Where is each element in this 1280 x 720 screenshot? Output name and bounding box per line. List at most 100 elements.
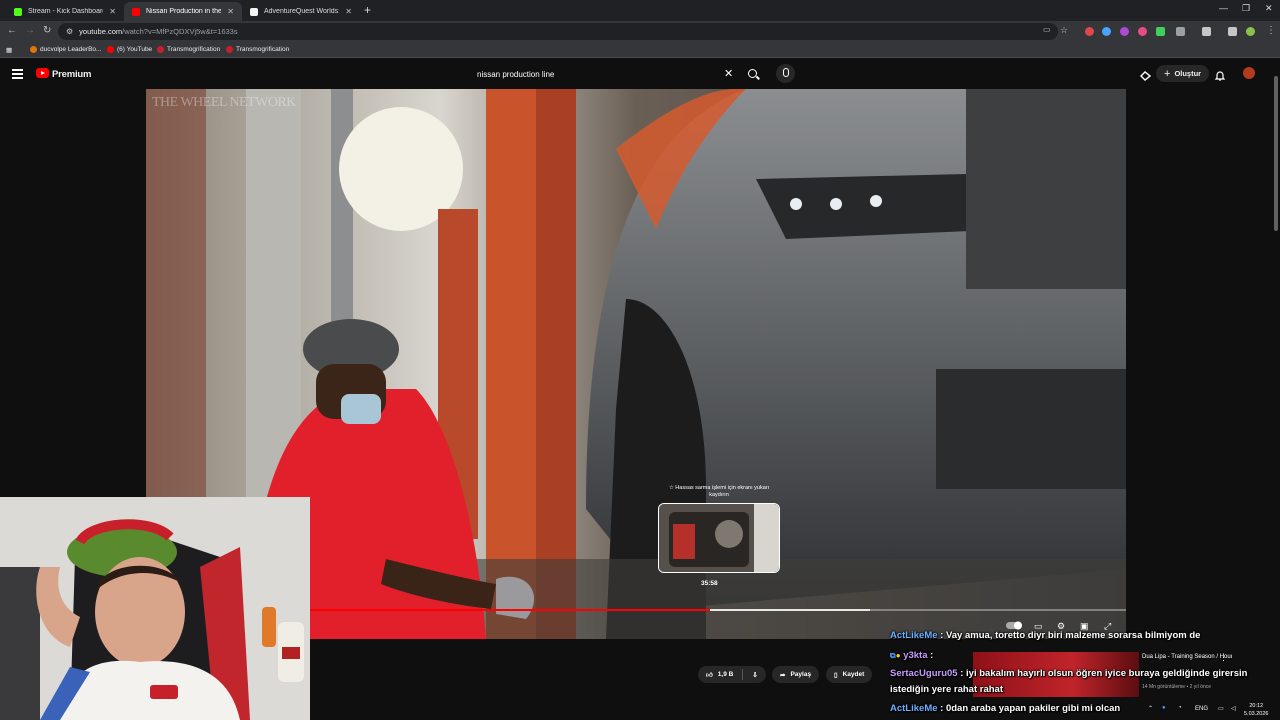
profile-avatar[interactable] xyxy=(1246,27,1255,36)
youtube-logo-icon[interactable] xyxy=(36,68,49,78)
page-scrollbar[interactable] xyxy=(1272,66,1280,720)
create-label: Oluştur xyxy=(1174,69,1202,78)
right-panel xyxy=(1126,89,1272,629)
progress-hover xyxy=(710,609,870,611)
downloads-icon[interactable] xyxy=(1228,27,1237,36)
bookmark-favicon-icon xyxy=(30,46,37,53)
save-button[interactable]: ▯ Kaydet xyxy=(826,666,873,683)
screen: Stream - Kick Dashboard ✕ Nissan Product… xyxy=(0,0,1280,720)
progress-bar[interactable] xyxy=(310,609,1126,611)
bookmark-save-icon: ▯ xyxy=(834,671,838,679)
side-panel-icon[interactable] xyxy=(1202,27,1211,36)
taskbar-clock[interactable]: 20:12 5.03.2026 xyxy=(1244,702,1268,718)
chat-username: ActLikeMe xyxy=(890,630,938,641)
new-tab-icon[interactable]: + xyxy=(364,3,371,17)
back-icon[interactable]: ← xyxy=(7,25,17,36)
youtube-brand[interactable]: Premium xyxy=(52,69,91,80)
webcam-image xyxy=(0,497,310,720)
badge-icon: ● xyxy=(895,651,901,660)
site-info-icon[interactable]: ⚙ xyxy=(66,27,73,36)
bookmark-item[interactable]: Transmogrification xyxy=(226,46,289,53)
like-button[interactable]: 👍︎ 1,9 B ⇩ xyxy=(698,666,766,683)
kick-favicon-icon xyxy=(14,7,22,16)
chat-message: ActLikeMe : Vay amua, toretto diyr biri … xyxy=(890,630,1200,641)
tray-volume-icon[interactable]: ◁ xyxy=(1231,705,1236,712)
share-button[interactable]: ➦ Paylaş xyxy=(772,666,820,683)
extensions-puzzle-icon[interactable] xyxy=(1176,27,1185,36)
extension-icon[interactable] xyxy=(1085,27,1094,36)
close-window-icon[interactable]: ✕ xyxy=(1265,3,1273,14)
browser-tabstrip: Stream - Kick Dashboard ✕ Nissan Product… xyxy=(0,0,1280,21)
scrub-preview-thumbnail xyxy=(658,503,780,573)
reload-icon[interactable]: ↻ xyxy=(43,25,51,36)
bookmark-favicon-icon xyxy=(107,46,114,53)
scrollbar-thumb[interactable] xyxy=(1274,76,1278,231)
keyboard-language[interactable]: ENG xyxy=(1195,706,1208,712)
browser-tab-youtube[interactable]: Nissan Production in the United ✕ xyxy=(124,2,242,21)
apps-grid-icon[interactable]: ▦ xyxy=(6,46,12,54)
like-count: 1,9 B xyxy=(717,671,734,678)
voice-search-mic-icon[interactable] xyxy=(776,64,795,83)
scrub-hint: ☆ Hassas sarma işlemi için ekranı yukarı… xyxy=(668,485,770,498)
chat-username: y3kta xyxy=(903,650,928,661)
bookmark-item[interactable]: ducvolpe LeaderBo... xyxy=(30,46,101,53)
extension-icon[interactable] xyxy=(1120,27,1129,36)
url-host: youtube.com xyxy=(79,27,123,36)
forward-icon[interactable]: → xyxy=(25,25,35,36)
clock-date: 5.03.2026 xyxy=(1244,711,1269,717)
bookmark-item[interactable]: Transmogrification xyxy=(157,46,220,53)
cast-to-tv-icon[interactable] xyxy=(1140,68,1152,81)
cast-icon[interactable]: ▭ xyxy=(1043,25,1051,34)
tray-monitor-icon[interactable]: ▭ xyxy=(1218,705,1224,712)
chat-text: : Vay amua, toretto diyr biri malzeme so… xyxy=(937,630,1201,641)
system-tray: ⌃ ● ◔ ENG ▭ ◁ 20:12 5.03.2026 xyxy=(1146,700,1280,720)
plus-icon: + xyxy=(1164,67,1171,80)
tab-title: Stream - Kick Dashboard xyxy=(28,8,104,15)
bookmark-star-icon[interactable]: ☆ xyxy=(1060,25,1068,36)
url-path: /watch?v=MfPzQDXVj5w&t=1633s xyxy=(122,27,238,36)
bookmark-label: ducvolpe LeaderBo... xyxy=(40,46,102,53)
close-tab-icon[interactable]: ✕ xyxy=(109,7,116,16)
thumbs-down-icon[interactable]: ⇩ xyxy=(752,671,757,679)
streamer-webcam xyxy=(0,497,310,720)
extension-icon[interactable] xyxy=(1156,27,1165,36)
music-more-icon[interactable]: ⋮ xyxy=(1219,652,1228,663)
chat-message: ⧉● y3kta : xyxy=(890,650,933,661)
clear-search-icon[interactable]: ✕ xyxy=(724,67,733,80)
chat-message: ActLikeMe : 0dan araba yapan pakiler gib… xyxy=(890,703,1120,714)
close-tab-icon[interactable]: ✕ xyxy=(345,7,352,16)
notifications-bell-icon[interactable] xyxy=(1214,68,1226,81)
minimize-icon[interactable]: — xyxy=(1219,3,1228,13)
maximize-icon[interactable]: ❐ xyxy=(1242,3,1250,14)
search-input[interactable]: nissan production line xyxy=(471,65,767,84)
menu-kebab-icon[interactable]: ⋮ xyxy=(1266,25,1276,36)
tray-chevron-icon[interactable]: ⌃ xyxy=(1148,705,1153,712)
music-meta: 14 Mn görüntüleme • 2 yıl önce xyxy=(1142,684,1212,690)
guide-menu-icon[interactable] xyxy=(12,69,23,81)
browser-toolbar: ← → ↻ ⚙ youtube.com/watch?v=MfPzQDXVj5w&… xyxy=(0,21,1280,42)
bookmark-item[interactable]: (6) YouTube xyxy=(107,46,152,53)
search-icon[interactable] xyxy=(748,69,757,78)
chat-text: : 0dan araba yapan pakiler gibi mi olcan xyxy=(937,703,1121,714)
youtube-header: Premium nissan production line ✕ + Oluşt… xyxy=(0,58,1280,89)
bookmark-favicon-icon xyxy=(226,46,233,53)
channel-watermark: THE WHEEL NETWORK xyxy=(152,95,296,110)
aqw-favicon-icon xyxy=(250,7,258,16)
browser-tab-aqw[interactable]: AdventureQuest Worlds: Infinit ✕ xyxy=(242,2,360,21)
chat-message: SertacUguru05 : iyi bakalım hayırlı olsu… xyxy=(890,668,1247,679)
create-button[interactable]: + Oluştur xyxy=(1156,65,1210,82)
share-arrow-icon: ➦ xyxy=(780,671,786,679)
tab-title: AdventureQuest Worlds: Infinit xyxy=(264,8,340,15)
extension-icon[interactable] xyxy=(1138,27,1147,36)
account-avatar[interactable] xyxy=(1243,67,1255,79)
chat-text: istediğin yere rahat rahat xyxy=(890,684,1003,695)
address-bar[interactable]: ⚙ youtube.com/watch?v=MfPzQDXVj5w&t=1633… xyxy=(58,23,1058,40)
bookmarks-bar: ▦ ducvolpe LeaderBo... (6) YouTube Trans… xyxy=(0,42,1280,58)
chat-message-continued: istediğin yere rahat rahat xyxy=(890,684,1003,695)
extension-icon[interactable] xyxy=(1102,27,1111,36)
tray-app-icon[interactable]: ● xyxy=(1162,705,1166,711)
tray-network-icon[interactable]: ◔ xyxy=(1178,705,1182,711)
close-tab-icon[interactable]: ✕ xyxy=(227,7,234,16)
browser-tab-kick[interactable]: Stream - Kick Dashboard ✕ xyxy=(6,2,124,21)
save-label: Kaydet xyxy=(842,671,865,678)
